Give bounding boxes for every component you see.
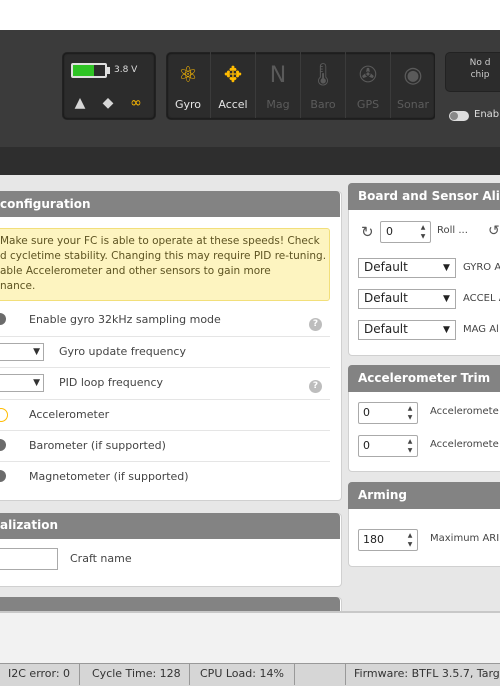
mag-alignment-value: Default xyxy=(364,322,408,336)
roll-stepper-arrows[interactable]: ▲ ▼ xyxy=(417,223,429,241)
personalization-title: alization xyxy=(0,518,59,532)
arming-title: Arming xyxy=(358,488,407,502)
acc-trim-roll-label: Acceleromete xyxy=(430,439,499,450)
max-arm-angle-arrows[interactable]: ▲ ▼ xyxy=(404,531,416,549)
warning-line: nance. xyxy=(0,280,36,292)
warning-icon: ▲ xyxy=(74,95,86,111)
acc-trim-roll-arrows[interactable]: ▲ ▼ xyxy=(404,437,416,455)
board-alignment-title: Board and Sensor Aligi xyxy=(358,189,500,203)
system-config-title: configuration xyxy=(0,197,91,211)
header-lower-band xyxy=(0,147,500,175)
help-icon[interactable]: ? xyxy=(309,318,322,331)
warning-line: Make sure your FC is able to operate at … xyxy=(0,235,320,247)
chevron-down-icon: ▼ xyxy=(33,347,40,357)
acc-trim-pitch-label: Acceleromete xyxy=(430,406,499,417)
max-arm-angle-value: 180 xyxy=(363,533,384,546)
gyro-update-label: Gyro update frequency xyxy=(59,345,186,358)
toggle-knob[interactable] xyxy=(450,112,458,120)
accel-icon: ✥ xyxy=(223,63,243,88)
sensor-label: GPS xyxy=(356,98,380,111)
sensor-label: Mag xyxy=(266,98,290,111)
dataflash-line-2: chip xyxy=(470,70,490,80)
roll-value: 0 xyxy=(386,225,393,238)
chevron-down-icon: ▼ xyxy=(443,263,450,273)
sensor-label: Gyro xyxy=(174,98,202,111)
sensor-baro: 🌡 Baro xyxy=(301,52,346,118)
pitch-icon: ↺ xyxy=(488,223,500,239)
gyro-alignment-value: Default xyxy=(364,260,408,274)
bottom-toolbar xyxy=(0,611,500,665)
firmware-status: Firmware: BTFL 3.5.7, Targ xyxy=(345,663,500,685)
dataflash-line-1: No d xyxy=(469,58,491,68)
row-divider xyxy=(0,430,330,431)
gyro-icon: ⚛ xyxy=(178,63,198,88)
link-icon: ∞ xyxy=(130,95,142,111)
acc-trim-roll-value: 0 xyxy=(363,439,370,452)
sensor-sonar: ◉ Sonar xyxy=(391,52,436,118)
accel-alignment-value: Default xyxy=(364,291,408,305)
window-top-strip xyxy=(0,0,500,31)
max-arm-angle-label: Maximum ARI xyxy=(430,533,500,544)
pid-loop-label: PID loop frequency xyxy=(59,376,164,389)
sensor-label: Baro xyxy=(310,98,336,111)
expert-mode-label: Enab xyxy=(474,109,500,120)
acc-trim-pitch-value: 0 xyxy=(363,406,370,419)
sonar-icon: ◉ xyxy=(403,63,423,88)
battery-tip xyxy=(107,67,110,74)
gyro-update-select[interactable]: ▼ xyxy=(0,343,44,361)
accel-alignment-label: ACCEL A xyxy=(463,293,500,304)
cycle-time-status: Cycle Time: 128 xyxy=(80,663,190,685)
gyro-alignment-label: GYRO A xyxy=(463,262,500,273)
diamond-icon: ◆ xyxy=(102,95,114,111)
i2c-error-status: I2C error: 0 xyxy=(0,663,80,685)
mag-alignment-label: MAG Al xyxy=(463,324,499,335)
sensor-accel: ✥ Accel xyxy=(211,52,256,118)
battery-voltage: 3.8 V xyxy=(114,65,138,75)
chevron-down-icon: ▼ xyxy=(443,294,450,304)
mag-icon: N xyxy=(269,63,287,88)
chevron-down-icon: ▼ xyxy=(33,378,40,388)
help-icon[interactable]: ? xyxy=(309,380,322,393)
gyro32k-label: Enable gyro 32kHz sampling mode xyxy=(29,313,221,326)
dataflash-status: No d chip xyxy=(450,57,500,81)
row-divider xyxy=(0,461,330,462)
battery-level-fill xyxy=(73,65,94,76)
rotate-icon: ↻ xyxy=(361,223,374,241)
sensor-gps: ✇ GPS xyxy=(346,52,391,118)
magnetometer-label: Magnetometer (if supported) xyxy=(29,470,189,483)
sensor-mag: N Mag xyxy=(256,52,301,118)
accelerometer-trim-title: Accelerometer Trim xyxy=(358,371,491,385)
pid-loop-select[interactable]: ▼ xyxy=(0,374,44,392)
roll-label: Roll ... xyxy=(437,225,468,236)
sensor-label: Sonar xyxy=(397,98,429,111)
craft-name-label: Craft name xyxy=(70,552,132,565)
cpu-load-status: CPU Load: 14% xyxy=(190,663,295,685)
cut-off-panel-header xyxy=(0,597,340,612)
sensor-label: Accel xyxy=(218,98,248,111)
baro-icon: 🌡 xyxy=(309,63,337,88)
warning-line: d cycletime stability. Changing this may… xyxy=(0,250,327,262)
row-divider xyxy=(0,399,330,400)
accelerometer-label: Accelerometer xyxy=(29,408,110,421)
craft-name-input[interactable] xyxy=(0,548,58,570)
acc-trim-pitch-arrows[interactable]: ▲ ▼ xyxy=(404,404,416,422)
sensor-gyro: ⚛ Gyro xyxy=(166,52,211,118)
row-divider xyxy=(0,336,330,337)
warning-line: able Accelerometer and other sensors to … xyxy=(0,265,271,277)
gps-icon: ✇ xyxy=(358,63,378,88)
chevron-down-icon: ▼ xyxy=(443,325,450,335)
barometer-label: Barometer (if supported) xyxy=(29,439,166,452)
row-divider xyxy=(0,367,330,368)
